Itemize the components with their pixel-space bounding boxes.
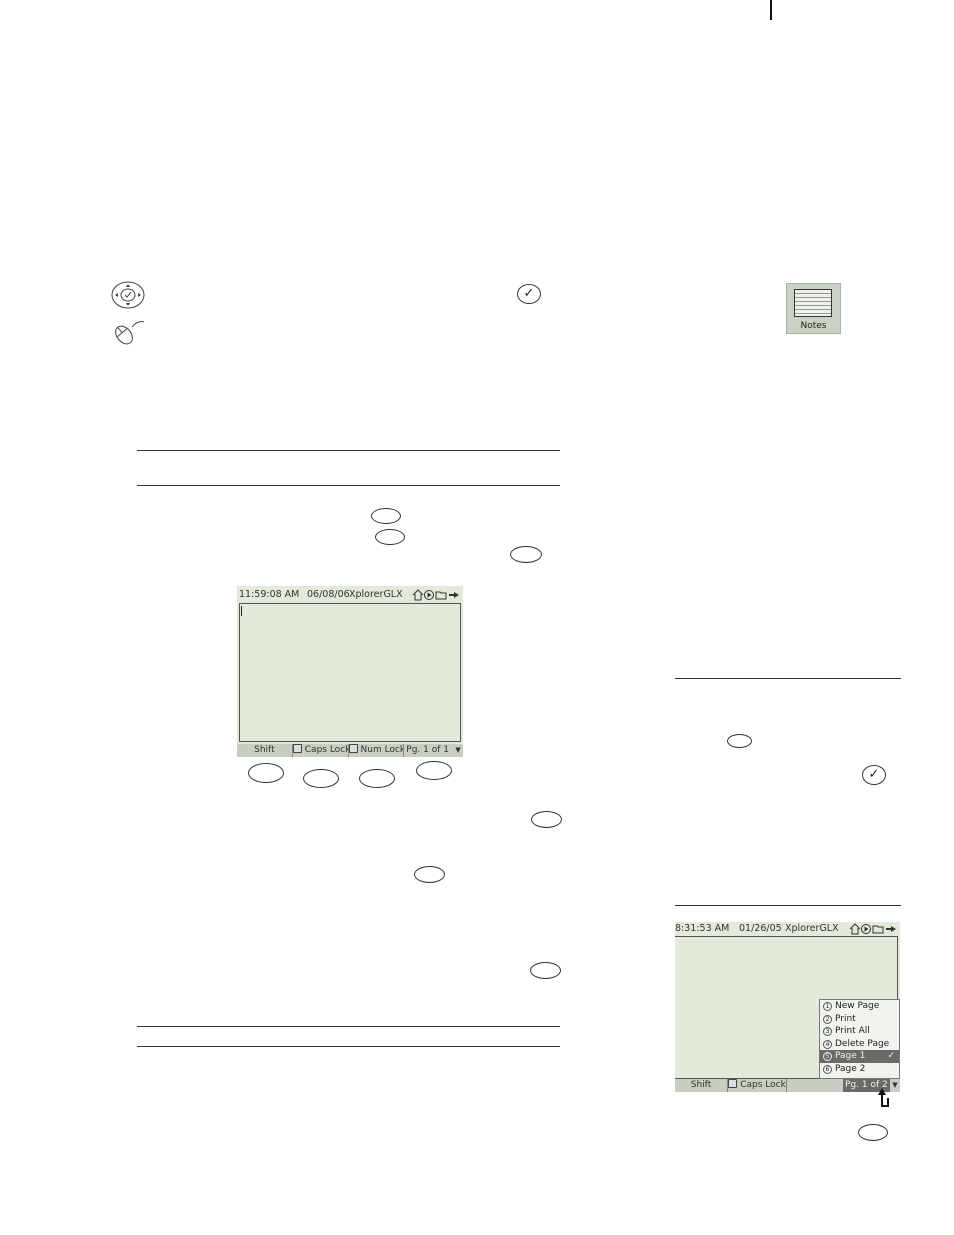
power-icon <box>449 592 459 598</box>
menu-item-new-page[interactable]: 1 New Page <box>820 1000 899 1013</box>
section-rule <box>137 450 560 451</box>
section-rule <box>137 1046 560 1047</box>
menu-item-delete-page[interactable]: 4 Delete Page <box>820 1038 899 1051</box>
shift-softkey[interactable]: Shift <box>237 744 293 757</box>
navigation-pad-icon <box>111 281 145 309</box>
text-cursor <box>241 606 242 616</box>
page-edge-rule <box>770 0 772 20</box>
caps-lock-softkey[interactable]: Caps Lock <box>292 744 349 757</box>
app-title: XplorerGLX <box>349 589 403 600</box>
caps-lock-label: Caps Lock <box>740 1080 786 1090</box>
check-key-icon: ✓ <box>862 765 886 785</box>
notes-app-icon[interactable]: Notes <box>786 283 841 334</box>
f1-key-icon <box>248 763 284 783</box>
home-icon <box>849 923 861 935</box>
num-lock-softkey[interactable]: Num Lock <box>348 744 405 757</box>
notepad-icon <box>794 289 832 317</box>
status-bar: 8:31:53 AM 01/26/05 XplorerGLX <box>675 922 900 936</box>
power-icon <box>886 926 896 932</box>
menu-item-print-all[interactable]: 3 Print All <box>820 1025 899 1038</box>
play-icon <box>424 590 434 600</box>
lock-icon <box>292 744 302 753</box>
clock-date: 01/26/05 <box>739 923 782 934</box>
section-rule <box>675 905 901 906</box>
key-icon <box>530 962 561 979</box>
check-icon: ✓ <box>887 1051 895 1061</box>
empty-softkey[interactable] <box>787 1079 843 1092</box>
f4-key-icon <box>416 761 452 780</box>
folder-icon <box>435 591 447 600</box>
check-key-icon: ✓ <box>517 284 541 304</box>
f4-key-icon <box>858 1124 888 1141</box>
clock-time: 8:31:53 AM <box>675 923 730 934</box>
callout-arrow-icon <box>878 1088 889 1107</box>
section-rule <box>137 485 560 486</box>
softkey-bar: Shift Caps Lock Num Lock Pg. 1 of 1 ▼ <box>237 744 463 757</box>
status-icons <box>849 923 896 935</box>
menu-item-page-1[interactable]: 5 Page 1 ✓ <box>820 1050 899 1063</box>
status-icons <box>412 589 459 601</box>
caps-lock-softkey[interactable]: Caps Lock <box>728 1079 787 1092</box>
lock-icon <box>348 744 358 753</box>
chevron-down-icon: ▼ <box>455 746 461 754</box>
f2-key-icon <box>303 769 339 788</box>
status-bar: 11:59:08 AM 06/08/06 XplorerGLX <box>237 586 463 603</box>
menu-item-page-2[interactable]: 6 Page 2 <box>820 1063 899 1076</box>
section-rule <box>675 678 901 679</box>
key-icon <box>727 734 752 748</box>
notes-page-menu-screen: 8:31:53 AM 01/26/05 XplorerGLX 1 New Page… <box>675 922 900 1092</box>
clock-time: 11:59:08 AM <box>239 589 300 600</box>
folder-icon <box>872 925 884 934</box>
app-title: XplorerGLX <box>785 923 839 934</box>
key-icon <box>531 811 562 828</box>
notes-app-label: Notes <box>800 321 827 331</box>
caps-lock-label: Caps Lock <box>304 745 349 755</box>
notes-screen: 11:59:08 AM 06/08/06 XplorerGLX Shift Ca… <box>237 586 463 757</box>
play-icon <box>861 924 871 934</box>
key-icon <box>414 866 445 883</box>
menu-item-print[interactable]: 2 Print <box>820 1013 899 1026</box>
f3-key-icon <box>359 769 395 788</box>
key-icon <box>510 546 542 563</box>
clock-date: 06/08/06 <box>307 589 350 600</box>
num-lock-label: Num Lock <box>360 745 405 755</box>
section-rule <box>137 1026 560 1027</box>
page-softkey[interactable]: Pg. 1 of 1 <box>404 744 453 757</box>
page-menu: 1 New Page 2 Print 3 Print All 4 Delete Page… <box>819 999 900 1079</box>
key-icon <box>375 529 405 545</box>
lock-icon <box>728 1079 738 1088</box>
mouse-icon <box>115 321 145 345</box>
text-area[interactable] <box>239 603 461 742</box>
shift-softkey[interactable]: Shift <box>675 1079 728 1092</box>
softkey-bar: Shift Caps Lock Pg. 1 of 2 ▼ <box>675 1079 900 1092</box>
home-icon <box>412 589 424 601</box>
key-icon <box>371 508 401 524</box>
